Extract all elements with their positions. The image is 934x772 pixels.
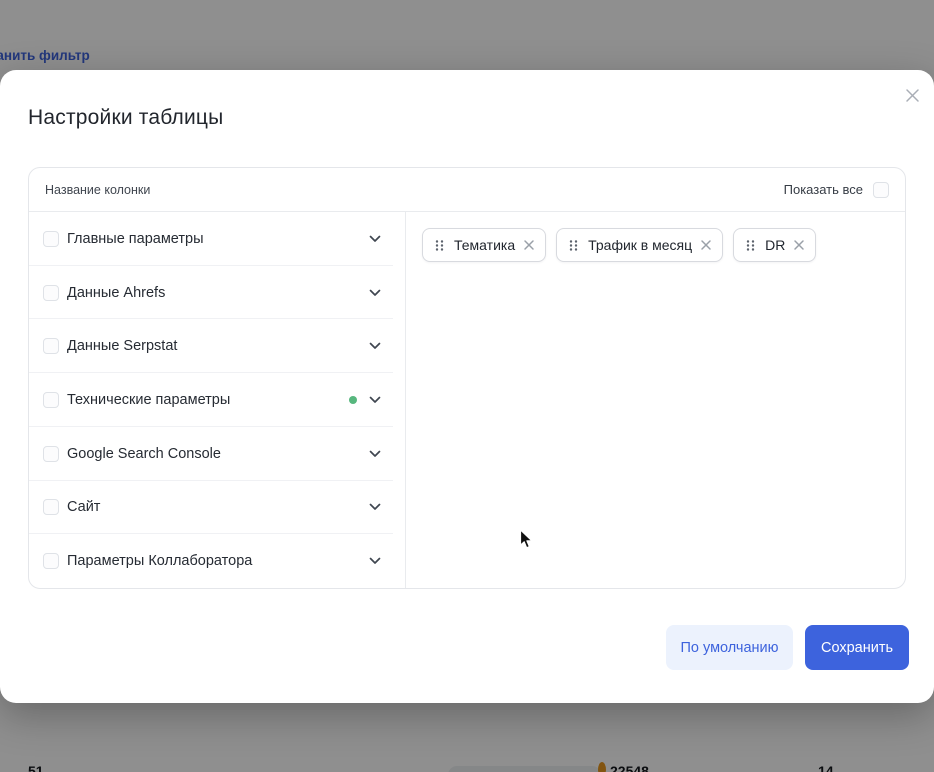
chip-monthly-traffic[interactable]: Трафик в месяц: [556, 228, 723, 262]
chip-remove-button[interactable]: [700, 239, 712, 251]
chip-remove-button[interactable]: [793, 239, 805, 251]
active-indicator-dot: [349, 396, 357, 404]
chip-remove-button[interactable]: [523, 239, 535, 251]
group-label: Параметры Коллабораторa: [67, 553, 252, 569]
group-checkbox[interactable]: [43, 499, 59, 515]
panel-body: Главные параметры Данные Ahrefs: [29, 212, 905, 588]
group-list: Главные параметры Данные Ahrefs: [29, 212, 406, 588]
save-button[interactable]: Сохранить: [805, 625, 909, 670]
chevron-down-icon[interactable]: [369, 557, 381, 565]
show-all-control[interactable]: Показать все: [784, 182, 889, 198]
chip-label: Трафик в месяц: [588, 237, 692, 253]
close-icon: [793, 239, 805, 251]
group-checkbox[interactable]: [43, 285, 59, 301]
columns-panel: Название колонки Показать все Главные па…: [28, 167, 906, 589]
selected-columns-area: Тематика Трафик в месяц: [406, 212, 905, 588]
screen: Сохранить фильтр 51 22548 14 Настройки т…: [0, 0, 934, 772]
group-row-ahrefs[interactable]: Данные Ahrefs: [29, 266, 405, 320]
panel-header-title: Название колонки: [45, 183, 150, 197]
group-label: Главные параметры: [67, 231, 204, 247]
group-row-site[interactable]: Сайт: [29, 481, 405, 535]
group-row-serpstat[interactable]: Данные Serpstat: [29, 319, 405, 373]
table-settings-modal: Настройки таблицы Название колонки Показ…: [0, 70, 934, 703]
chevron-down-icon[interactable]: [369, 235, 381, 243]
group-checkbox[interactable]: [43, 338, 59, 354]
close-icon: [523, 239, 535, 251]
group-label: Технические параметры: [67, 392, 230, 408]
close-button[interactable]: [900, 83, 924, 107]
group-label: Сайт: [67, 499, 100, 515]
chevron-down-icon[interactable]: [369, 342, 381, 350]
panel-header: Название колонки Показать все: [29, 168, 905, 212]
drag-handle-icon[interactable]: [746, 239, 755, 252]
group-checkbox[interactable]: [43, 392, 59, 408]
drag-handle-icon[interactable]: [435, 239, 444, 252]
show-all-checkbox[interactable]: [873, 182, 889, 198]
chevron-down-icon[interactable]: [369, 503, 381, 511]
chip-topic[interactable]: Тематика: [422, 228, 546, 262]
group-row-technical[interactable]: Технические параметры: [29, 373, 405, 427]
chevron-down-icon[interactable]: [369, 450, 381, 458]
show-all-label: Показать все: [784, 182, 863, 197]
close-icon: [905, 88, 920, 103]
group-row-main-params[interactable]: Главные параметры: [29, 212, 405, 266]
default-button[interactable]: По умолчанию: [666, 625, 793, 670]
modal-title: Настройки таблицы: [28, 106, 223, 130]
chip-label: Тематика: [454, 237, 515, 253]
chip-label: DR: [765, 237, 785, 253]
close-icon: [700, 239, 712, 251]
group-checkbox[interactable]: [43, 231, 59, 247]
group-label: Google Search Console: [67, 446, 221, 462]
group-label: Данные Ahrefs: [67, 285, 165, 301]
group-checkbox[interactable]: [43, 553, 59, 569]
chip-dr[interactable]: DR: [733, 228, 816, 262]
group-label: Данные Serpstat: [67, 338, 177, 354]
group-checkbox[interactable]: [43, 446, 59, 462]
group-row-collaborator-params[interactable]: Параметры Коллабораторa: [29, 534, 405, 588]
chevron-down-icon[interactable]: [369, 289, 381, 297]
chevron-down-icon[interactable]: [369, 396, 381, 404]
drag-handle-icon[interactable]: [569, 239, 578, 252]
group-row-google-search-console[interactable]: Google Search Console: [29, 427, 405, 481]
